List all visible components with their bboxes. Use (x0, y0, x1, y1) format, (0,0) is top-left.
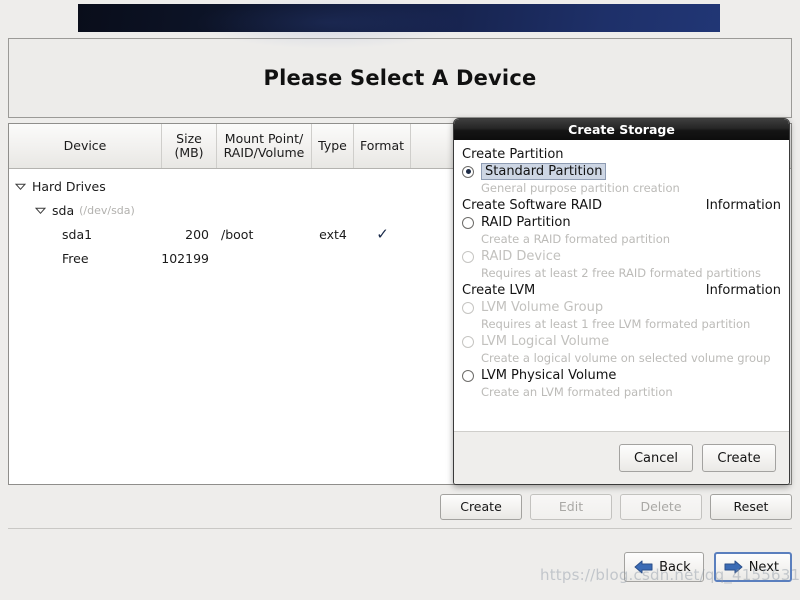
option-label: LVM Logical Volume (481, 334, 610, 349)
column-header-mount-point[interactable]: Mount Point/ RAID/Volume (217, 124, 312, 168)
arrow-right-icon (724, 560, 743, 574)
option-raid-device: RAID Device (454, 248, 789, 265)
option-description: Create a logical volume on selected volu… (481, 351, 771, 365)
section-title: Create LVM (462, 283, 536, 298)
back-button[interactable]: Back (624, 552, 704, 582)
cell-device: sda (/dev/sda) (9, 203, 162, 218)
section-information-link[interactable]: Information (706, 198, 781, 213)
device-name: sda (52, 202, 75, 218)
next-button-label: Next (748, 559, 779, 575)
device-name: Free (62, 250, 89, 266)
device-path: (/dev/sda) (79, 203, 135, 217)
page-title: Please Select A Device (263, 66, 537, 90)
cell-device: Free (9, 251, 162, 266)
radio-lvm-logical-volume (462, 335, 474, 348)
delete-button: Delete (620, 493, 702, 520)
column-header-size-line1: Size (176, 130, 202, 146)
column-header-type[interactable]: Type (312, 124, 354, 168)
column-header-size[interactable]: Size (MB) (162, 124, 217, 168)
column-header-mount-line2: RAID/Volume (223, 145, 305, 160)
cell-device: Hard Drives (9, 179, 162, 194)
column-header-device[interactable]: Device (9, 124, 162, 168)
expander-triangle-icon[interactable] (35, 205, 46, 216)
option-description: Requires at least 1 free LVM formated pa… (481, 317, 751, 331)
brand-banner (78, 0, 720, 49)
device-name: Hard Drives (32, 178, 106, 194)
option-description: Requires at least 2 free RAID formated p… (481, 266, 762, 280)
banner-area (0, 0, 800, 49)
dialog-footer: Cancel Create (454, 432, 789, 484)
section-information-link[interactable]: Information (706, 283, 781, 298)
section-title: Create Partition (462, 147, 564, 162)
radio-lvm-physical-volume[interactable] (462, 369, 474, 382)
section-title: Create Software RAID (462, 198, 603, 213)
option-description: General purpose partition creation (481, 181, 680, 195)
section-header-create-lvm: Create LVM Information (454, 282, 789, 299)
radio-raid-partition[interactable] (462, 216, 474, 229)
option-lvm-logical-volume: LVM Logical Volume (454, 333, 789, 350)
option-label: Standard Partition (481, 163, 607, 180)
cell-device: sda1 (9, 227, 162, 242)
cell-format: ✓ (354, 224, 411, 243)
column-header-format[interactable]: Format (354, 124, 411, 168)
radio-lvm-volume-group (462, 301, 474, 314)
cell-type: ext4 (319, 226, 347, 242)
reset-button[interactable]: Reset (710, 493, 792, 520)
expander-triangle-icon[interactable] (15, 181, 26, 192)
dialog-create-button[interactable]: Create (702, 444, 776, 472)
radio-raid-device (462, 250, 474, 263)
back-button-label: Back (659, 559, 691, 575)
option-label: RAID Partition (481, 215, 571, 230)
option-raid-partition[interactable]: RAID Partition (454, 214, 789, 231)
option-label: LVM Physical Volume (481, 368, 617, 383)
dialog-cancel-button[interactable]: Cancel (618, 444, 693, 472)
device-name: sda1 (62, 226, 93, 242)
cell-mount: /boot (221, 226, 254, 242)
edit-button: Edit (530, 493, 612, 520)
column-header-mount-line1: Mount Point/ (224, 130, 304, 146)
title-panel: Please Select A Device (8, 38, 792, 118)
format-check-icon: ✓ (376, 224, 389, 243)
cell-size: 200 (185, 226, 209, 242)
dialog-title: Create Storage (454, 119, 789, 140)
radio-standard-partition[interactable] (462, 165, 474, 178)
option-description: Create a RAID formated partition (481, 232, 671, 246)
option-lvm-physical-volume[interactable]: LVM Physical Volume (454, 367, 789, 384)
create-button[interactable]: Create (440, 493, 522, 520)
cell-size: 102199 (161, 250, 209, 266)
option-lvm-volume-group: LVM Volume Group (454, 299, 789, 316)
section-header-create-software-raid: Create Software RAID Information (454, 197, 789, 214)
wizard-navigation: Back Next (8, 545, 792, 589)
option-label: RAID Device (481, 249, 561, 264)
device-action-buttons: Create Edit Delete Reset (8, 485, 792, 529)
section-header-create-partition: Create Partition (454, 146, 789, 163)
option-description: Create an LVM formated partition (481, 385, 673, 399)
option-standard-partition[interactable]: Standard Partition (454, 163, 789, 180)
dialog-body: Create Partition Standard Partition Gene… (454, 140, 789, 432)
option-label: LVM Volume Group (481, 300, 604, 315)
column-header-size-line2: (MB) (174, 145, 204, 160)
next-button[interactable]: Next (713, 552, 792, 582)
arrow-left-icon (634, 560, 653, 574)
create-storage-dialog: Create Storage Create Partition Standard… (453, 118, 790, 485)
